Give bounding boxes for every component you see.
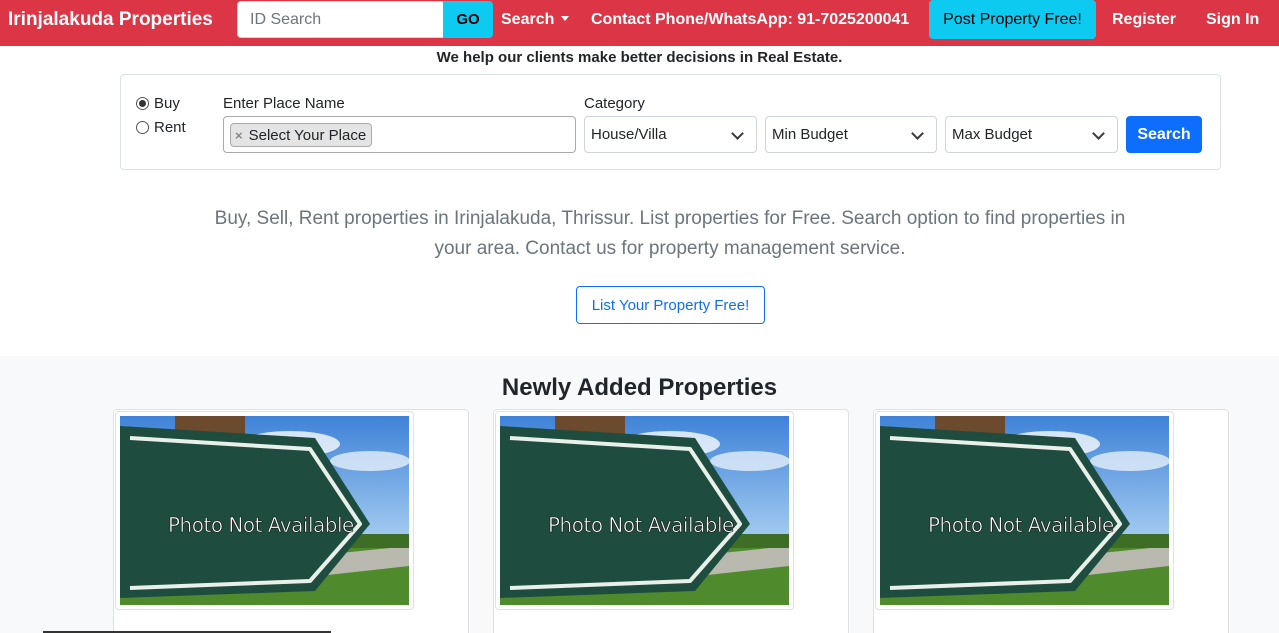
place-tag: × Select Your Place	[230, 123, 373, 147]
list-property-button[interactable]: List Your Property Free!	[576, 286, 765, 324]
id-search-input[interactable]	[237, 1, 444, 38]
brand-logo[interactable]: Irinjalakuda Properties	[8, 9, 213, 31]
place-label: Enter Place Name	[223, 95, 345, 112]
register-link[interactable]: Register	[1112, 11, 1176, 29]
max-budget-select[interactable]: Max Budget	[945, 116, 1118, 153]
go-button[interactable]: GO	[443, 1, 493, 38]
photo-not-available-image: Photo Not Available	[880, 416, 1169, 605]
category-value: House/Villa	[591, 126, 667, 143]
caret-down-icon	[561, 16, 570, 22]
property-card[interactable]: Photo Not Available	[873, 409, 1229, 633]
newly-added-title: Newly Added Properties	[501, 374, 778, 401]
contact-link[interactable]: Contact Phone/WhatsApp: 91-7025200041	[591, 11, 909, 29]
property-thumbnail[interactable]: Photo Not Available	[115, 411, 414, 610]
max-budget-value: Max Budget	[952, 126, 1033, 143]
property-card[interactable]: Photo Not Available	[113, 409, 469, 633]
radio-unchecked-icon	[136, 121, 149, 134]
radio-buy-label: Buy	[154, 95, 180, 112]
radio-buy[interactable]: Buy	[136, 95, 180, 112]
chevron-down-icon	[731, 127, 744, 140]
chevron-down-icon	[1092, 127, 1105, 140]
photo-not-available-image: Photo Not Available	[500, 416, 789, 605]
search-dropdown-label: Search	[501, 11, 555, 28]
property-thumbnail[interactable]: Photo Not Available	[875, 411, 1174, 610]
category-select[interactable]: House/Villa	[584, 116, 757, 153]
property-thumbnail[interactable]: Photo Not Available	[495, 411, 794, 610]
photo-caption: Photo Not Available	[168, 513, 354, 537]
radio-rent-label: Rent	[154, 119, 186, 136]
photo-caption: Photo Not Available	[548, 513, 734, 537]
photo-caption: Photo Not Available	[928, 513, 1114, 537]
min-budget-select[interactable]: Min Budget	[765, 116, 937, 153]
signin-link[interactable]: Sign In	[1206, 11, 1259, 29]
place-tag-label: Select Your Place	[248, 126, 367, 144]
top-navbar: Irinjalakuda Properties GO Search Contac…	[0, 0, 1279, 46]
min-budget-value: Min Budget	[772, 126, 848, 143]
radio-rent[interactable]: Rent	[136, 119, 186, 136]
category-label: Category	[584, 95, 645, 112]
place-select-input[interactable]: × Select Your Place	[223, 116, 576, 153]
search-dropdown-toggle[interactable]: Search	[501, 11, 570, 29]
property-card[interactable]: Photo Not Available	[493, 409, 849, 633]
post-property-button[interactable]: Post Property Free!	[929, 0, 1096, 39]
search-submit-button[interactable]: Search	[1126, 116, 1202, 153]
radio-checked-icon	[136, 97, 149, 110]
photo-not-available-image: Photo Not Available	[120, 416, 409, 605]
intro-text: Buy, Sell, Rent properties in Irinjalaku…	[214, 208, 1126, 259]
tagline: We help our clients make better decision…	[436, 49, 843, 66]
remove-tag-icon[interactable]: ×	[235, 128, 243, 143]
chevron-down-icon	[911, 127, 924, 140]
